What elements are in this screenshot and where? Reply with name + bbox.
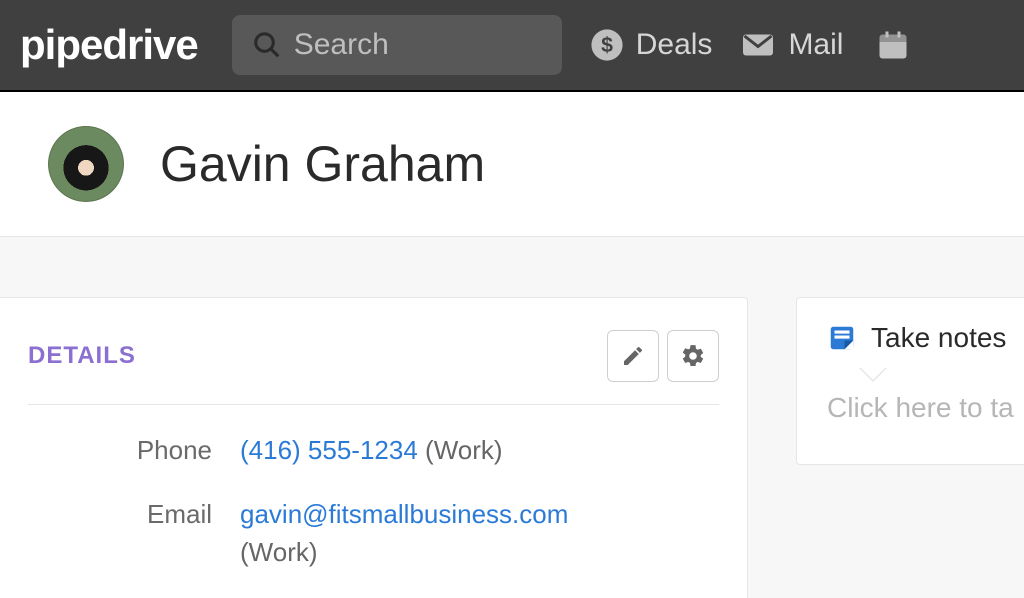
divider bbox=[28, 404, 719, 405]
note-icon bbox=[827, 323, 857, 353]
notes-card: Take notes Click here to ta bbox=[796, 297, 1024, 465]
nav-mail-label: Mail bbox=[788, 28, 843, 62]
details-head: DETAILS bbox=[28, 330, 719, 382]
settings-button[interactable] bbox=[667, 330, 719, 382]
person-name: Gavin Graham bbox=[160, 135, 485, 193]
notes-tab-label: Take notes bbox=[871, 322, 1006, 354]
brand-logo: pipedrive bbox=[20, 21, 198, 69]
person-header: Gavin Graham bbox=[0, 92, 1024, 237]
edit-button[interactable] bbox=[607, 330, 659, 382]
nav-calendar[interactable] bbox=[875, 27, 911, 63]
email-type: (Work) bbox=[240, 537, 318, 567]
notes-placeholder[interactable]: Click here to ta bbox=[827, 392, 1024, 424]
body-area: DETAILS Phone (416) 555-1234 (Work bbox=[0, 237, 1024, 598]
dollar-circle-icon: $ bbox=[590, 28, 624, 62]
svg-text:$: $ bbox=[601, 33, 613, 57]
phone-link[interactable]: (416) 555-1234 bbox=[240, 435, 418, 465]
calendar-icon bbox=[875, 27, 911, 63]
gear-icon bbox=[680, 343, 706, 369]
field-email-value: gavin@fitsmallbusiness.com (Work) bbox=[240, 495, 568, 571]
nav-deals[interactable]: $ Deals bbox=[590, 28, 713, 62]
field-phone: Phone (416) 555-1234 (Work) bbox=[28, 431, 719, 469]
field-phone-value: (416) 555-1234 (Work) bbox=[240, 431, 503, 469]
pencil-icon bbox=[621, 344, 645, 368]
field-email: Email gavin@fitsmallbusiness.com (Work) bbox=[28, 495, 719, 571]
nav-mail[interactable]: Mail bbox=[740, 27, 843, 63]
notes-tab-pointer bbox=[859, 368, 887, 382]
phone-type: (Work) bbox=[425, 435, 503, 465]
search-box[interactable] bbox=[232, 15, 562, 75]
topbar: pipedrive $ Deals Mail bbox=[0, 0, 1024, 92]
field-phone-label: Phone bbox=[28, 431, 240, 469]
search-icon bbox=[252, 30, 282, 60]
search-input[interactable] bbox=[294, 28, 542, 62]
nav-deals-label: Deals bbox=[636, 28, 713, 62]
avatar[interactable] bbox=[48, 126, 124, 202]
details-card: DETAILS Phone (416) 555-1234 (Work bbox=[0, 297, 748, 598]
mail-icon bbox=[740, 27, 776, 63]
details-title: DETAILS bbox=[28, 342, 136, 370]
email-link[interactable]: gavin@fitsmallbusiness.com bbox=[240, 499, 568, 529]
details-actions bbox=[607, 330, 719, 382]
field-email-label: Email bbox=[28, 495, 240, 533]
notes-tab[interactable]: Take notes bbox=[827, 322, 1024, 354]
